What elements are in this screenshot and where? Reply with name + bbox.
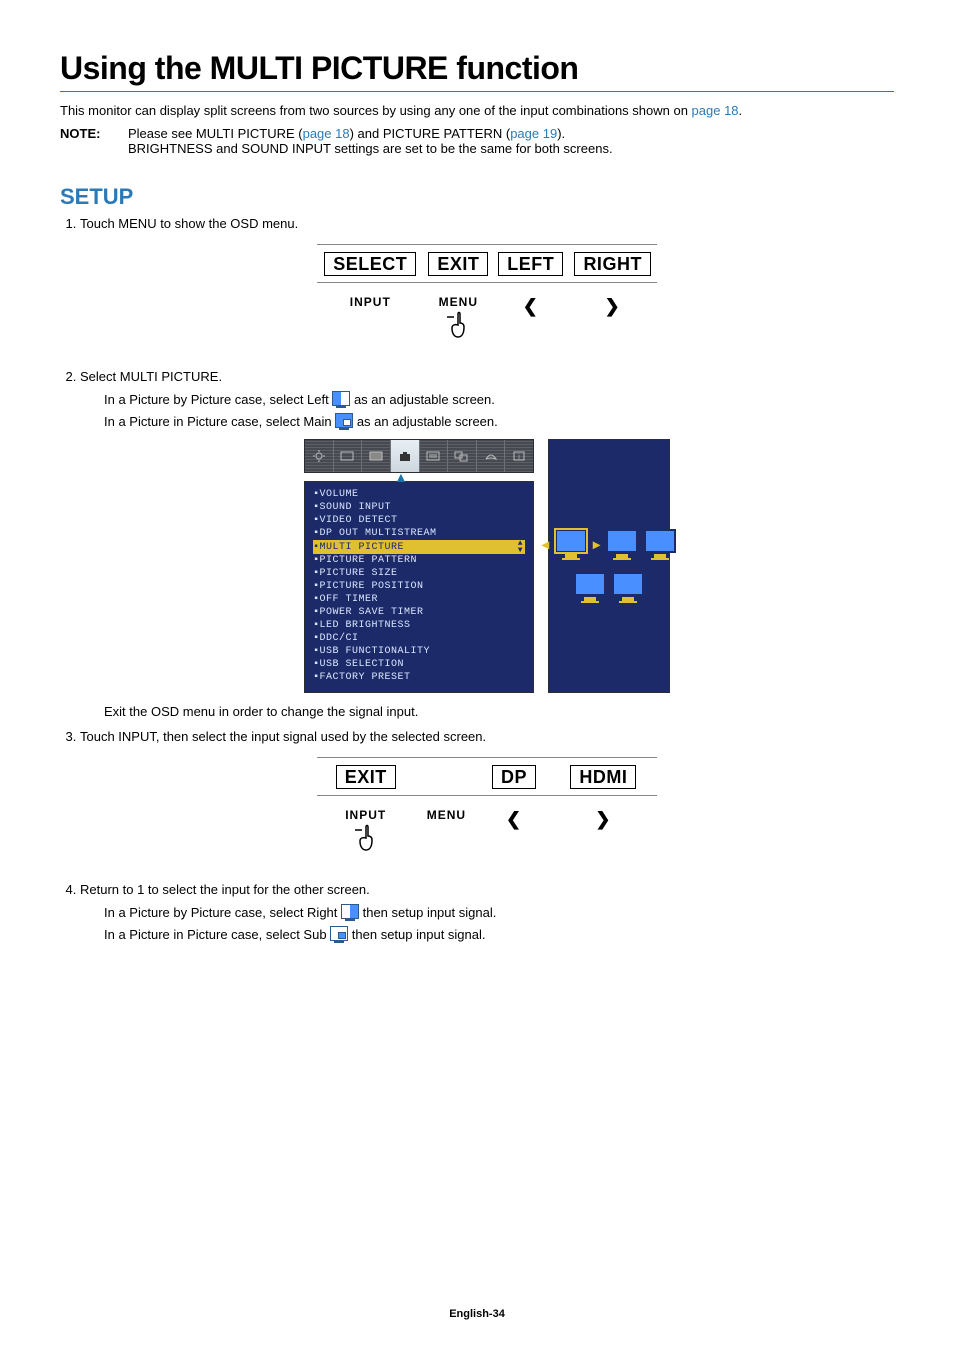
chevron-left-icon: ❮: [506, 809, 522, 829]
setup-heading: SETUP: [60, 184, 894, 210]
osd-item: ▪DDC/CI: [313, 632, 525, 645]
btn-exit-2: EXIT: [336, 765, 396, 789]
figure-button-strip-1: SELECT EXIT LEFT RIGHT INPUT MENU: [317, 244, 657, 346]
brightness-tab-icon: [310, 449, 328, 463]
chevron-right-icon: ❯: [595, 809, 611, 829]
step4-pip: In a Picture in Picture case, select Sub…: [104, 926, 894, 944]
hand-pointer-icon: [352, 824, 380, 854]
btn-menu-2: MENU: [414, 795, 478, 859]
osd-item: ▪PICTURE SIZE: [313, 567, 525, 580]
osd-menu-body: ▪VOLUME ▪SOUND INPUT ▪VIDEO DETECT ▪DP O…: [304, 481, 534, 693]
note-line-2: BRIGHTNESS and SOUND INPUT settings are …: [128, 141, 613, 156]
intro-paragraph: This monitor can display split screens f…: [60, 102, 894, 120]
btn-dp: DP: [492, 765, 536, 789]
step2-pip: In a Picture in Picture case, select Mai…: [104, 413, 894, 431]
btn-input: INPUT: [317, 282, 424, 346]
osd-item: ▪OFF TIMER: [313, 593, 525, 606]
btn-hdmi: HDMI: [570, 765, 636, 789]
osd-tab-bar: i: [304, 439, 534, 473]
osd-item: ▪POWER SAVE TIMER: [313, 606, 525, 619]
note-block: NOTE: Please see MULTI PICTURE (page 18)…: [60, 126, 894, 156]
step-4: Return to 1 to select the input for the …: [80, 880, 894, 944]
multi-tab-icon: [453, 449, 471, 463]
btn-input-2: INPUT: [317, 795, 414, 859]
monitor-icon: [606, 529, 638, 560]
arrow-right-icon: ▸: [593, 534, 600, 555]
step2-exit: Exit the OSD menu in order to change the…: [104, 703, 894, 721]
osd-item: ▪USB SELECTION: [313, 658, 525, 671]
tools-tab-icon: [396, 449, 414, 463]
step-1: Touch MENU to show the OSD menu. SELECT …: [80, 214, 894, 351]
monitor-icon: [574, 572, 606, 603]
note-label: NOTE:: [60, 126, 116, 156]
right-screen-icon: [341, 904, 359, 919]
link-page19[interactable]: page 19: [510, 126, 557, 141]
page-title: Using the MULTI PICTURE function: [60, 50, 894, 87]
figure-button-strip-2: EXIT DP HDMI INPUT: [317, 757, 657, 859]
chevron-right-icon: ❯: [605, 296, 621, 316]
osd-item: ▪VOLUME: [313, 488, 525, 501]
btn-menu: MENU: [424, 282, 494, 346]
btn-exit: EXIT: [428, 252, 488, 276]
chevron-left-icon: ❮: [523, 296, 539, 316]
monitor-icon-selected: [555, 529, 587, 560]
osd-item: ▪PICTURE PATTERN: [313, 554, 525, 567]
btn-select: SELECT: [324, 252, 416, 276]
hand-pointer-icon: [444, 311, 472, 341]
step-3: Touch INPUT, then select the input signa…: [80, 727, 894, 864]
osd-item: ▪FACTORY PRESET: [313, 671, 525, 684]
osd-preview-panel: ◂ ▸: [548, 439, 670, 693]
monitor-icon: [612, 572, 644, 603]
osd-item: ▪LED BRIGHTNESS: [313, 619, 525, 632]
figure-osd-menu: i ▲ ▪VOLUME ▪SOUND INPUT ▪VIDEO DETECT ▪…: [80, 439, 894, 693]
osd-item-highlighted: ▪MULTI PICTURE▲▼: [313, 540, 525, 554]
link-page18[interactable]: page 18: [692, 103, 739, 118]
note-line-1: Please see MULTI PICTURE (page 18) and P…: [128, 126, 613, 141]
osd-item: ▪SOUND INPUT: [313, 501, 525, 514]
step-2: Select MULTI PICTURE. In a Picture by Pi…: [80, 367, 894, 721]
step4-pbp: In a Picture by Picture case, select Rig…: [104, 904, 894, 922]
left-screen-icon: [332, 391, 350, 406]
color-tab-icon: [367, 449, 385, 463]
screen-tab-icon: [338, 449, 356, 463]
title-rule: [60, 91, 894, 92]
menu-tab-icon: [424, 449, 442, 463]
osd-active-arrow: ▲: [304, 473, 534, 481]
arrow-left-icon: ◂: [542, 534, 549, 555]
sub-screen-icon: [330, 926, 348, 941]
main-screen-icon: [335, 413, 353, 428]
btn-left-label: LEFT: [498, 252, 563, 276]
info-tab-icon: i: [510, 449, 528, 463]
eco-tab-icon: [482, 449, 500, 463]
monitor-icon: [644, 529, 676, 560]
link-page18-note[interactable]: page 18: [303, 126, 350, 141]
osd-item: ▪PICTURE POSITION: [313, 580, 525, 593]
btn-right-label: RIGHT: [574, 252, 651, 276]
osd-item: ▪DP OUT MULTISTREAM: [313, 527, 525, 540]
osd-item: ▪VIDEO DETECT: [313, 514, 525, 527]
osd-item: ▪USB FUNCTIONALITY: [313, 645, 525, 658]
page-footer: English-34: [0, 1308, 954, 1320]
step2-pbp: In a Picture by Picture case, select Lef…: [104, 391, 894, 409]
